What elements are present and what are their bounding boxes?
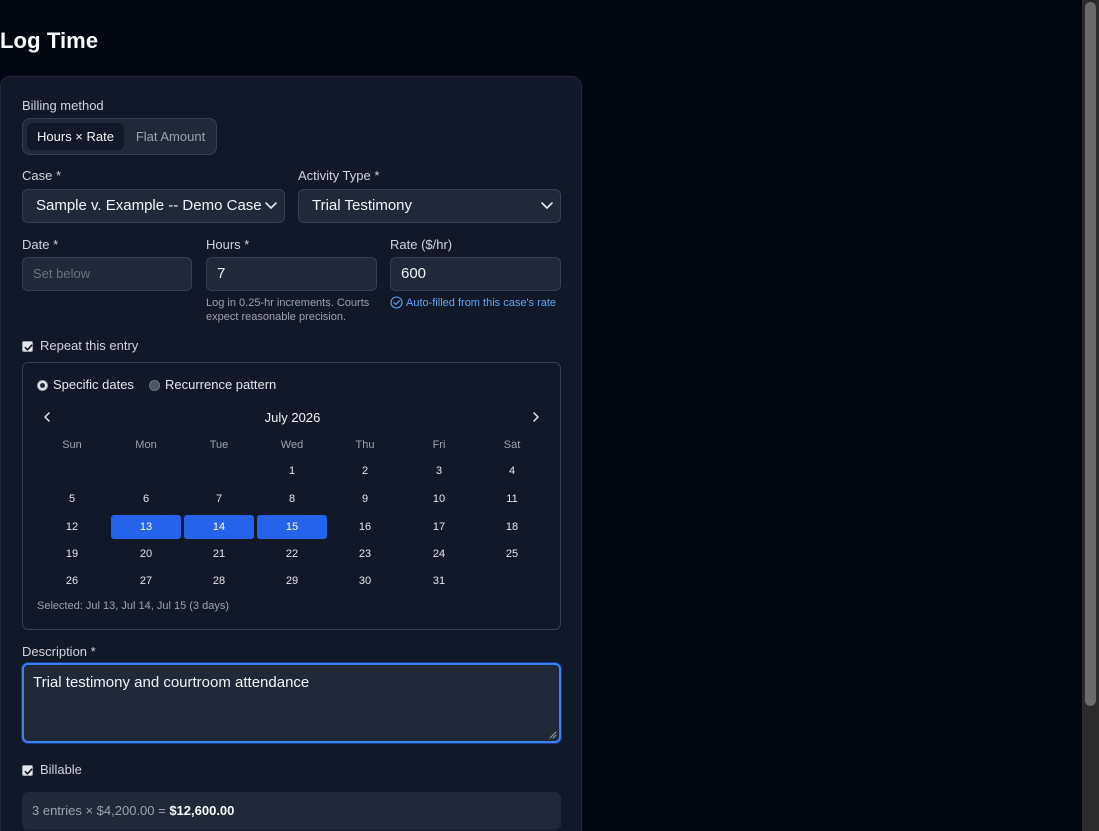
date-label: Date * — [22, 237, 59, 252]
calendar-day[interactable]: 25 — [477, 542, 547, 566]
calendar-day[interactable]: 27 — [111, 569, 181, 593]
calendar-day[interactable]: 21 — [184, 542, 254, 566]
calendar-day[interactable]: 9 — [330, 487, 400, 511]
calendar-day[interactable]: 15 — [257, 515, 327, 539]
radio-recurrence-pattern[interactable] — [149, 380, 160, 391]
date-input[interactable]: Set below — [22, 257, 192, 291]
repeat-checkbox[interactable] — [22, 341, 33, 352]
hours-label: Hours * — [206, 237, 250, 252]
billing-option-hours-rate[interactable]: Hours × Rate — [27, 123, 124, 150]
repeat-label: Repeat this entry — [40, 338, 139, 353]
calendar-month-title: July 2026 — [264, 410, 321, 425]
checkmark-icon — [24, 768, 33, 775]
weekday-header: Thu — [355, 439, 375, 451]
repeat-panel: Specific dates Recurrence pattern July 2… — [22, 362, 561, 630]
calendar-day[interactable]: 24 — [404, 542, 474, 566]
case-select-value: Sample v. Example -- Demo Case — [36, 197, 262, 214]
calendar-day[interactable]: 14 — [184, 515, 254, 539]
calendar-day[interactable]: 10 — [404, 487, 474, 511]
chevron-down-icon — [541, 202, 553, 209]
description-label: Description * — [22, 644, 96, 659]
calendar-day[interactable]: 17 — [404, 515, 474, 539]
weekday-header: Wed — [280, 439, 304, 451]
description-text: Trial testimony and courtroom attendance — [33, 674, 310, 691]
calendar-day[interactable]: 16 — [330, 515, 400, 539]
activity-type-select-value: Trial Testimony — [312, 197, 413, 214]
calendar-day[interactable]: 30 — [330, 569, 400, 593]
weekday-header: Mon — [135, 439, 157, 451]
calendar-day[interactable]: 8 — [257, 487, 327, 511]
weekday-header: Sun — [62, 439, 82, 451]
calendar-day[interactable]: 4 — [477, 459, 547, 483]
chevron-down-icon — [265, 202, 277, 209]
summary-total: $12,600.00 — [169, 803, 235, 818]
calendar-day[interactable]: 20 — [111, 542, 181, 566]
calendar-day[interactable]: 3 — [404, 459, 474, 483]
radio-recurrence-pattern-label: Recurrence pattern — [165, 377, 277, 392]
description-textarea[interactable]: Trial testimony and courtroom attendance — [22, 663, 561, 743]
calendar-day[interactable]: 23 — [330, 542, 400, 566]
weekday-header: Sat — [503, 439, 521, 451]
billing-method-toggle: Hours × Rate Flat Amount — [22, 118, 217, 155]
calendar-day[interactable]: 12 — [37, 515, 107, 539]
calendar-day[interactable]: 5 — [37, 487, 107, 511]
check-circle-icon — [390, 296, 403, 309]
rate-input[interactable]: 600 — [390, 257, 561, 291]
calendar-day[interactable]: 11 — [477, 487, 547, 511]
calendar-day[interactable]: 29 — [257, 569, 327, 593]
resize-handle-icon[interactable] — [548, 730, 557, 739]
weekday-header: Tue — [209, 439, 229, 451]
calendar-day[interactable]: 26 — [37, 569, 107, 593]
summary-calculation: 3 entries × $4,200.00 = — [32, 803, 170, 818]
radio-specific-dates-label: Specific dates — [53, 377, 134, 392]
checkmark-icon — [24, 344, 33, 351]
calendar-day[interactable]: 6 — [111, 487, 181, 511]
chevron-right-icon[interactable] — [527, 408, 545, 426]
billable-label: Billable — [40, 762, 82, 777]
calendar-day[interactable]: 18 — [477, 515, 547, 539]
scrollbar-thumb[interactable] — [1085, 2, 1096, 706]
rate-autofill-note: Auto-filled from this case's rate — [406, 297, 557, 309]
page-title: Log Time — [0, 28, 99, 53]
entries-total-summary: 3 entries × $4,200.00 = $12,600.00 — [22, 792, 561, 830]
calendar-day[interactable]: 1 — [257, 459, 327, 483]
calendar-day[interactable]: 19 — [37, 542, 107, 566]
hours-help-line-1: Log in 0.25-hr increments. Courts — [206, 297, 370, 309]
selected-dates-summary: Selected: Jul 13, Jul 14, Jul 15 (3 days… — [37, 600, 229, 612]
calendar-day[interactable]: 2 — [330, 459, 400, 483]
calendar-day[interactable]: 7 — [184, 487, 254, 511]
case-label: Case * — [22, 168, 62, 183]
calendar-day[interactable]: 22 — [257, 542, 327, 566]
hours-help-line-2: expect reasonable precision. — [206, 311, 347, 323]
radio-specific-dates[interactable] — [37, 380, 48, 391]
page-scrollbar[interactable] — [1082, 0, 1099, 831]
rate-label: Rate ($/hr) — [390, 237, 453, 252]
billable-checkbox[interactable] — [22, 765, 33, 776]
case-select[interactable]: Sample v. Example -- Demo Case — [22, 189, 285, 223]
calendar-day[interactable]: 13 — [111, 515, 181, 539]
billing-option-flat-amount[interactable]: Flat Amount — [127, 123, 214, 150]
calendar-day[interactable]: 31 — [404, 569, 474, 593]
billing-method-label: Billing method — [22, 98, 104, 113]
hours-input[interactable]: 7 — [206, 257, 377, 291]
weekday-header: Fri — [432, 439, 446, 451]
calendar-day[interactable]: 28 — [184, 569, 254, 593]
page: Log Time Billing method Hours × Rate Fla… — [0, 0, 1099, 831]
activity-type-label: Activity Type * — [298, 168, 380, 183]
activity-type-select[interactable]: Trial Testimony — [298, 189, 561, 223]
